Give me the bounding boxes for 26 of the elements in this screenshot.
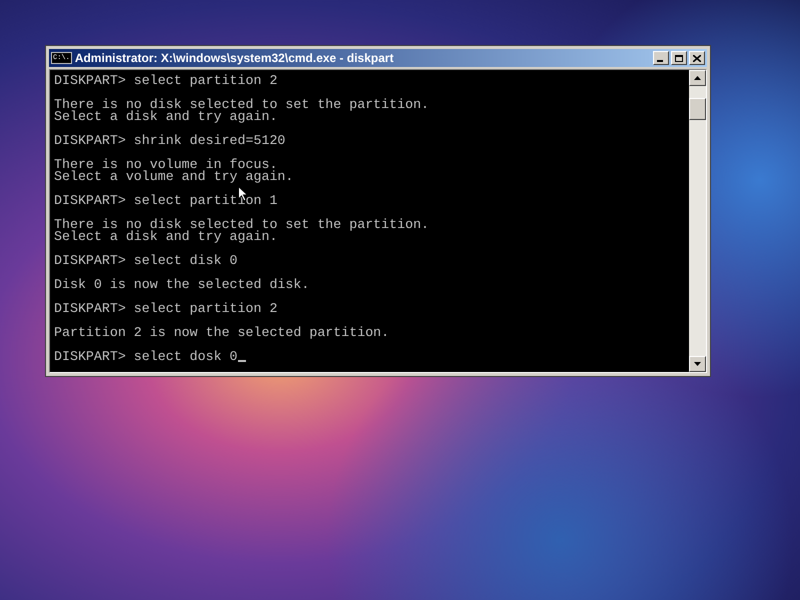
console-line: DISKPART> select partition 1	[54, 195, 278, 207]
console-line: There is no disk selected to set the partition.	[54, 99, 430, 111]
scroll-thumb[interactable]	[689, 98, 706, 120]
minimize-button[interactable]	[653, 51, 669, 65]
maximize-icon	[675, 54, 683, 62]
window-title: Administrator: X:\windows\system32\cmd.exe - diskpart	[74, 50, 394, 66]
console-line: There is no disk selected to set the partition.	[54, 219, 430, 231]
maximize-button[interactable]	[671, 51, 687, 65]
console-line: Select a volume and try again.	[54, 171, 294, 183]
close-icon	[693, 54, 701, 62]
scroll-up-button[interactable]	[689, 70, 706, 86]
up-arrow-icon	[694, 76, 701, 80]
console-line: DISKPART> select partition 2	[54, 75, 278, 87]
console-line: Partition 2 is now the selected partition.	[54, 327, 390, 339]
console-line: DISKPART> select disk 0	[54, 255, 238, 267]
down-arrow-icon	[694, 362, 701, 366]
console-line: Disk 0 is now the selected disk.	[54, 279, 310, 291]
close-button[interactable]	[689, 51, 705, 65]
console-line: Select a disk and try again.	[54, 231, 278, 243]
console-line: DISKPART> shrink desired=5120	[54, 135, 286, 147]
console-line: Select a disk and try again.	[54, 111, 278, 123]
console-line: DISKPART> select partition 2	[54, 303, 278, 315]
scroll-down-button[interactable]	[689, 356, 706, 372]
console-line: DISKPART> select dosk 0	[54, 351, 238, 363]
console-line: There is no volume in focus.	[54, 159, 278, 171]
scrollbar[interactable]	[689, 70, 706, 372]
